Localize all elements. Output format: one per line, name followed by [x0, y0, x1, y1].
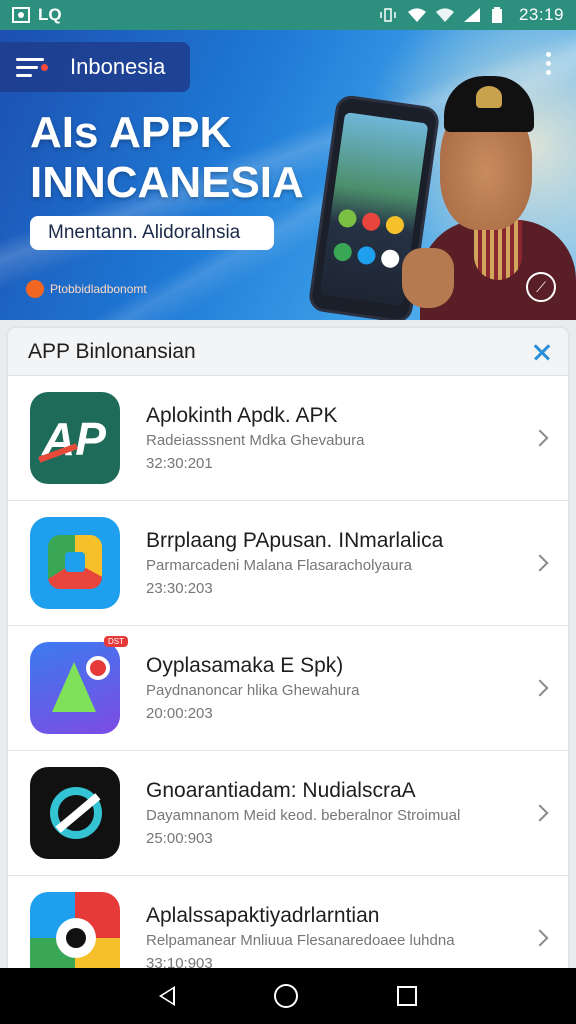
back-icon[interactable] [159, 986, 176, 1006]
app-name: Gnoarantiadam: NudialscraA [146, 779, 416, 802]
recent-apps-icon[interactable] [396, 986, 417, 1006]
banner-subtitle-button[interactable]: Mnentann. Alidoralnsia [30, 216, 274, 250]
panel-header: APP Binlonansian [8, 328, 568, 376]
status-left: LQ [12, 5, 62, 25]
status-time: 23:19 [518, 5, 564, 24]
chevron-right-icon [531, 679, 549, 697]
drive-logo-icon [30, 517, 120, 609]
app-info: Aplokinth Apdk. APK Radeiasssnent Mdka G… [146, 404, 506, 472]
close-icon[interactable] [512, 328, 568, 376]
app-info: Brrplaang PApusan. INmarlalica Parmarcad… [146, 529, 506, 597]
app-date: 33:10:903 [146, 955, 213, 968]
status-bar: LQ 23:19 [0, 0, 576, 30]
chevron-right-icon [531, 554, 549, 572]
banner-brand: Ptobbidladbonomt [26, 280, 147, 298]
app-name: Brrplaang PApusan. INmarlalica [146, 529, 444, 552]
app-list-panel: APP Binlonansian AP Aplokinth Apdk. APK … [8, 328, 568, 968]
ap-logo-icon: AP [30, 392, 120, 484]
app-date: 20:00:203 [146, 705, 213, 722]
vibrate-icon [379, 7, 397, 23]
app-info: Aplalssapaktiyadrlarntian Relpamanear Mn… [146, 904, 506, 968]
chevron-right-icon [531, 429, 549, 447]
header-bar: Inbonesia [0, 42, 190, 92]
status-app-text: LQ [38, 5, 62, 24]
app-list-item[interactable]: AP Aplokinth Apdk. APK Radeiasssnent Mdk… [8, 376, 568, 501]
person-illustration-hand [402, 248, 454, 308]
app-description: Relpamanear Mnliuua Flesanaredoaee luhdn… [146, 932, 455, 949]
battery-icon [491, 7, 509, 23]
info-badge-icon[interactable]: ⟋ [526, 272, 556, 302]
app-name: Oyplasamaka E Spk) [146, 654, 344, 677]
header-title: Inbonesia [70, 54, 166, 79]
compass-logo-icon [30, 767, 120, 859]
chevron-right-icon [531, 804, 549, 822]
app-description: Paydnanoncar hlika Ghewahura [146, 682, 360, 699]
menu-icon[interactable] [16, 56, 48, 78]
panel-title: APP Binlonansian [28, 339, 196, 363]
app-info: Oyplasamaka E Spk) Paydnanoncar hlika Gh… [146, 654, 506, 722]
app-list-item[interactable]: Aplalssapaktiyadrlarntian Relpamanear Mn… [8, 876, 568, 968]
more-options-icon[interactable] [544, 52, 552, 78]
app-date: 32:30:201 [146, 455, 213, 472]
screenshot-icon [12, 7, 30, 23]
app-date: 25:00:903 [146, 830, 213, 847]
app-name: Aplalssapaktiyadrlarntian [146, 904, 380, 927]
app-name: Aplokinth Apdk. APK [146, 404, 338, 427]
camera-logo-icon [30, 892, 120, 968]
status-right: 23:19 [379, 5, 564, 25]
app-description: Radeiasssnent Mdka Ghevabura [146, 432, 365, 449]
wifi-icon [407, 7, 426, 23]
hero-banner[interactable]: Inbonesia AIs APPK INNCANESIA Mnentann. … [0, 30, 576, 320]
app-info: Gnoarantiadam: NudialscraA Dayamnanom Me… [146, 779, 506, 847]
banner-brand-text: Ptobbidladbonomt [50, 282, 147, 296]
home-icon[interactable] [273, 984, 298, 1008]
play-logo-icon [30, 642, 120, 734]
banner-title-line2: INNCANESIA [30, 158, 304, 207]
app-description: Parmarcadeni Malana Flasaracholyaura [146, 557, 412, 574]
app-badge: DST [104, 636, 128, 647]
app-description: Dayamnanom Meid keod. beberalnor Stroimu… [146, 807, 461, 824]
app-date: 23:30:203 [146, 580, 213, 597]
banner-title: AIs APPK INNCANESIA [30, 108, 304, 208]
app-list-item[interactable]: DST Oyplasamaka E Spk) Paydnanoncar hlik… [8, 626, 568, 751]
app-list-item[interactable]: Brrplaang PApusan. INmarlalica Parmarcad… [8, 501, 568, 626]
signal-icon [463, 7, 481, 23]
wifi-strength-icon [435, 7, 454, 23]
brand-logo-icon [26, 280, 44, 298]
system-nav-bar [0, 968, 576, 1024]
banner-title-line1: AIs APPK [30, 108, 232, 157]
chevron-right-icon [531, 929, 549, 947]
app-list-item[interactable]: Gnoarantiadam: NudialscraA Dayamnanom Me… [8, 751, 568, 876]
